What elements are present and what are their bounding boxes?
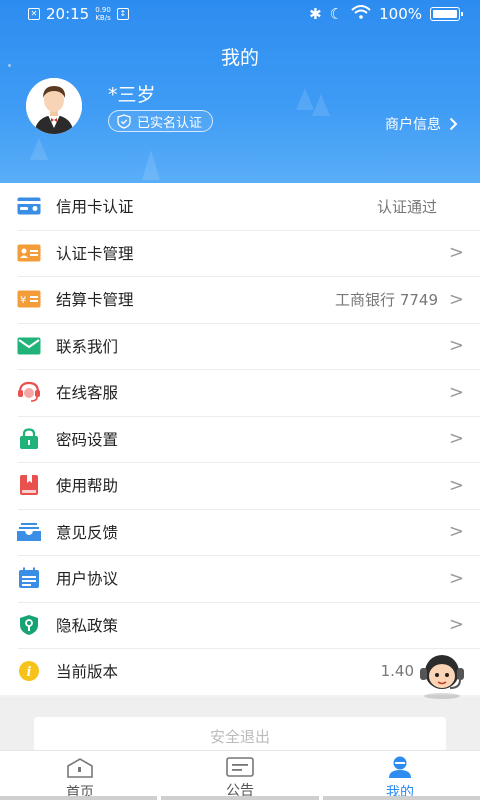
net-unit: KB/s [95, 14, 111, 22]
menu-label: 在线客服 [56, 384, 119, 403]
avatar-icon [26, 78, 82, 134]
menu-item-feedback[interactable]: 意见反馈 > [0, 508, 480, 556]
chevron-right-icon [449, 117, 458, 131]
menu-item-help[interactable]: 使用帮助 > [0, 462, 480, 509]
tree-decoration [30, 138, 48, 160]
page-title: 我的 [220, 47, 259, 69]
menu-item-password-settings[interactable]: 密码设置 > [0, 415, 480, 463]
chevron-right-icon: > [448, 567, 464, 589]
menu-item-user-agreement[interactable]: 用户协议 > [0, 555, 480, 602]
chevron-right-icon: > [448, 614, 464, 636]
gesture-bar [0, 796, 480, 800]
status-time: 20:15 [46, 5, 90, 23]
home-icon [66, 757, 94, 779]
tab-mine[interactable]: 我的 [320, 751, 480, 800]
chevron-right-icon: > [448, 381, 464, 403]
verified-badge: 已实名认证 [108, 110, 214, 132]
menu-label: 密码设置 [56, 430, 119, 449]
menu-label: 用户协议 [56, 570, 119, 589]
chevron-right-icon: > [448, 428, 464, 450]
menu-label: 使用帮助 [56, 477, 119, 496]
menu-item-privacy-policy[interactable]: 隐私政策 > [0, 601, 480, 649]
info-icon: i [17, 659, 41, 683]
tree-decoration [142, 150, 160, 180]
menu-value: 工商银行 7749 [335, 290, 438, 309]
inbox-icon [17, 520, 41, 544]
calendar-list-icon [17, 566, 41, 590]
menu-label: 意见反馈 [56, 523, 119, 542]
menu-label: 结算卡管理 [56, 291, 134, 310]
chevron-right-icon: > [448, 288, 464, 310]
logout-area: 安全退出 [0, 697, 480, 757]
menu-item-online-service[interactable]: 在线客服 > [0, 369, 480, 416]
merchant-info-link[interactable]: 商户信息 [385, 114, 458, 134]
lock-icon [17, 427, 41, 451]
support-agent-icon [420, 655, 464, 699]
battery-percent: 100% [379, 5, 422, 23]
book-icon [17, 473, 41, 497]
wifi-icon [351, 5, 371, 23]
id-card-icon [17, 241, 41, 265]
net-speed: 0.90 [95, 6, 111, 14]
verified-label: 已实名认证 [137, 115, 203, 131]
shield-check-icon [117, 113, 131, 129]
chevron-right-icon: > [448, 521, 464, 543]
menu-value: 认证通过 [376, 197, 437, 216]
yen-card-icon: ¥ [17, 287, 41, 311]
star-decoration [8, 64, 11, 67]
chevron-right-icon: > [448, 335, 464, 357]
svg-text:¥: ¥ [20, 295, 26, 306]
headset-icon [17, 380, 41, 404]
lte-icon: ↕ [116, 8, 129, 20]
customer-service-float-button[interactable] [414, 644, 470, 700]
moon-icon: ☾ [329, 5, 344, 23]
user-nickname: *三岁 [108, 84, 156, 106]
bottom-tab-bar: 首页 公告 我的 [0, 750, 480, 800]
menu-label: 信用卡认证 [56, 198, 134, 217]
menu-item-auth-card-manage[interactable]: 认证卡管理 > [0, 229, 480, 277]
tab-notice[interactable]: 公告 [160, 751, 320, 800]
version-value: 1.40 [380, 662, 414, 681]
menu-label: 隐私政策 [56, 616, 119, 635]
user-icon [387, 756, 413, 779]
menu-item-contact-us[interactable]: 联系我们 > [0, 322, 480, 370]
menu-item-current-version: i 当前版本 1.40 [0, 648, 480, 695]
credit-card-icon [17, 194, 41, 218]
notice-icon [226, 757, 254, 777]
menu-item-credit-card-auth[interactable]: 信用卡认证 认证通过 [0, 183, 480, 230]
tree-decoration [312, 94, 330, 116]
menu-item-settle-card-manage[interactable]: ¥ 结算卡管理 工商银行 7749 > [0, 276, 480, 323]
menu-label: 当前版本 [56, 663, 119, 682]
chevron-right-icon: > [448, 242, 464, 264]
merchant-label: 商户信息 [385, 117, 441, 133]
menu-label: 联系我们 [56, 337, 119, 356]
notification-icon: ✕ [28, 8, 40, 20]
svg-text:i: i [27, 665, 32, 680]
menu-label: 认证卡管理 [56, 244, 134, 263]
battery-icon [430, 7, 463, 21]
chevron-right-icon: > [448, 474, 464, 496]
bluetooth-icon: ✱ [309, 5, 322, 23]
tab-home[interactable]: 首页 [0, 751, 160, 800]
profile-header: ✕ 20:15 0.90 KB/s ↕ ✱ ☾ 100% 我的 *三岁 已实名认… [0, 0, 480, 183]
status-bar: ✕ 20:15 0.90 KB/s ↕ ✱ ☾ 100% [0, 0, 480, 30]
settings-menu: 信用卡认证 认证通过 认证卡管理 > ¥ 结算卡管理 工商银行 7749 > 联… [0, 183, 480, 695]
avatar[interactable] [26, 78, 82, 134]
shield-key-icon [17, 613, 41, 637]
mail-icon [17, 334, 41, 358]
